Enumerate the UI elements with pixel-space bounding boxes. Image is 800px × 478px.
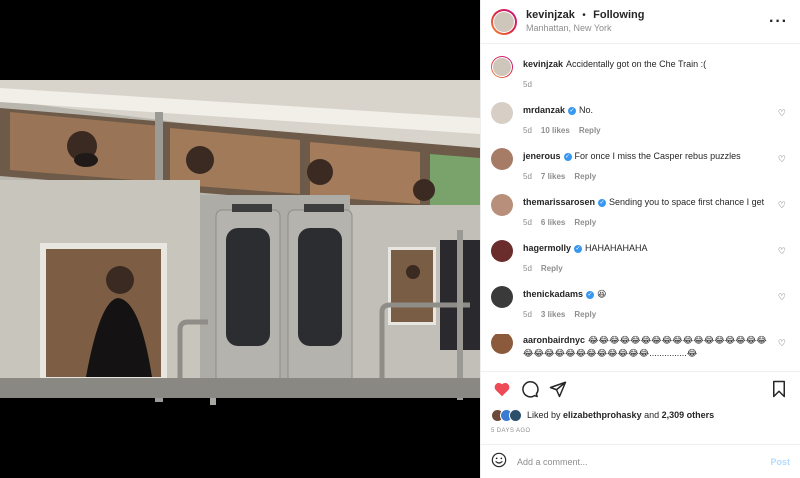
heart-outline-icon[interactable]: ♡	[778, 108, 786, 119]
comment-icon[interactable]	[519, 378, 541, 400]
commenter-avatar[interactable]	[491, 148, 513, 170]
comment-item: thenickadams ✓ 😆 5d 3 likes Reply ♡	[491, 286, 790, 334]
heart-outline-icon[interactable]: ♡	[778, 154, 786, 165]
reply-button[interactable]: Reply	[574, 310, 596, 319]
verified-badge-icon: ✓	[563, 152, 572, 161]
caption-time: 5d	[523, 80, 532, 89]
commenter-avatar[interactable]	[491, 286, 513, 308]
heart-filled-icon[interactable]	[491, 378, 513, 400]
comment-text: For once I miss the Casper rebus puzzles	[574, 151, 741, 161]
comment-item: themarissarosen ✓ Sending you to space fir…	[491, 194, 790, 242]
heart-outline-icon[interactable]: ♡	[778, 200, 786, 211]
avatar-image	[494, 11, 514, 32]
verified-badge-icon: ✓	[598, 198, 607, 207]
comment-text: Sending you to space first chance I get	[609, 197, 765, 207]
comment-username[interactable]: aaronbairdnyc	[523, 335, 585, 345]
post-side-panel: kevinjzak • Following Manhattan, New Yor…	[480, 0, 800, 478]
post-button[interactable]: Post	[770, 457, 790, 467]
post-header: kevinjzak • Following Manhattan, New Yor…	[481, 0, 800, 44]
author-username[interactable]: kevinjzak	[526, 9, 575, 21]
likes-count[interactable]: 2,309 others	[662, 410, 715, 420]
post-location[interactable]: Manhattan, New York	[526, 22, 769, 35]
smiley-icon[interactable]	[491, 452, 507, 471]
instagram-post-modal: kevinjzak • Following Manhattan, New Yor…	[0, 0, 800, 478]
reply-button[interactable]: Reply	[574, 172, 596, 181]
comment-time: 5d	[523, 126, 532, 135]
header-text: kevinjzak • Following Manhattan, New Yor…	[526, 8, 769, 35]
commenter-avatar[interactable]	[491, 240, 513, 262]
verified-badge-icon: ✓	[568, 106, 577, 115]
liked-by-user[interactable]: elizabethprohasky	[563, 410, 642, 420]
reply-button[interactable]: Reply	[541, 264, 563, 273]
comment-time: 5d	[523, 264, 532, 273]
comment-item: aaronbairdnyc 😂😂😂😂😂😂😂😂😂😂😂😂😂😂😂😂😂😂😂😂😂😂😂😂😂😂😂…	[491, 334, 790, 368]
comment-input[interactable]	[517, 456, 771, 467]
liked-by-prefix: Liked by	[527, 410, 561, 420]
following-button[interactable]: Following	[593, 9, 644, 21]
caption-username[interactable]: kevinjzak	[523, 59, 563, 69]
add-comment-bar: Post	[481, 444, 800, 478]
caption: kevinjzak Accidentally got on the Che Tra…	[491, 56, 790, 104]
comment-username[interactable]: themarissarosen	[523, 197, 595, 207]
comment-time: 5d	[523, 172, 532, 181]
comment-item: mrdanzak ✓ No. 5d 10 likes Reply ♡	[491, 102, 790, 150]
comment-username[interactable]: jenerous	[523, 151, 561, 161]
comment-username[interactable]: mrdanzak	[523, 105, 565, 115]
comment-item: hagermolly ✓ HAHAHAHAHA 5d Reply ♡	[491, 240, 790, 288]
post-image[interactable]	[0, 0, 480, 478]
comment-text: 😆	[597, 289, 607, 299]
liked-by-and: and	[644, 410, 660, 420]
comment-time: 5d	[523, 218, 532, 227]
comment-likes[interactable]: 7 likes	[541, 172, 565, 181]
comment-likes[interactable]: 3 likes	[541, 310, 565, 319]
commenter-avatar[interactable]	[491, 102, 513, 124]
ellipsis-icon[interactable]: ···	[769, 13, 788, 31]
reply-button[interactable]: Reply	[574, 218, 596, 227]
comment-username[interactable]: hagermolly	[523, 243, 571, 253]
heart-outline-icon[interactable]: ♡	[778, 338, 786, 349]
verified-badge-icon: ✓	[574, 244, 583, 253]
reply-button[interactable]: Reply	[579, 126, 601, 135]
post-date[interactable]: 5 DAYS AGO	[481, 425, 800, 444]
separator-dot: •	[582, 10, 586, 21]
comment-time: 5d	[523, 310, 532, 319]
commenter-avatar[interactable]	[491, 334, 513, 354]
paper-plane-icon[interactable]	[547, 378, 569, 400]
bookmark-icon[interactable]	[768, 378, 790, 400]
likes-summary: Liked by elizabethprohasky and 2,309 oth…	[481, 405, 800, 425]
avatar-image	[493, 58, 511, 76]
caption-avatar[interactable]	[491, 56, 513, 78]
action-bar	[481, 371, 800, 405]
comment-text: No.	[579, 105, 594, 115]
caption-body: kevinjzak Accidentally got on the Che Tra…	[523, 58, 790, 104]
comment-likes[interactable]: 6 likes	[541, 218, 565, 227]
commenter-avatar[interactable]	[491, 194, 513, 216]
comment-list: kevinjzak Accidentally got on the Che Tra…	[481, 44, 800, 371]
author-avatar[interactable]	[491, 8, 517, 35]
subway-car-photo	[0, 80, 480, 405]
heart-outline-icon[interactable]: ♡	[778, 246, 786, 257]
verified-badge-icon: ✓	[586, 290, 595, 299]
comment-item: jenerous ✓ For once I miss the Casper rebu…	[491, 148, 790, 196]
comment-text: HAHAHAHAHA	[585, 243, 648, 253]
comment-username[interactable]: thenickadams	[523, 289, 583, 299]
liker-avatar	[509, 408, 522, 422]
heart-outline-icon[interactable]: ♡	[778, 292, 786, 303]
caption-text: Accidentally got on the Che Train :(	[566, 59, 707, 69]
comment-likes[interactable]: 10 likes	[541, 126, 570, 135]
liker-avatars[interactable]	[491, 408, 522, 422]
